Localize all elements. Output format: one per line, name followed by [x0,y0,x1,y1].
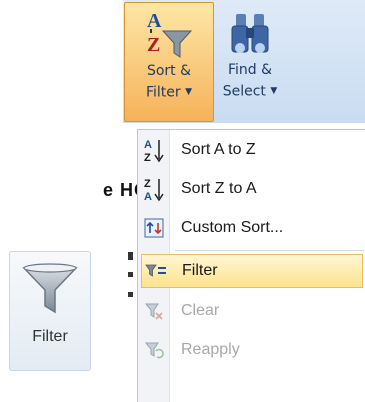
menu-item-sort-a-to-z[interactable]: A Z Sort A to Z [138,133,364,167]
chevron-down-icon: ▼ [185,87,193,97]
menu-item-clear[interactable]: Clear [138,294,364,328]
sort-filter-label-1: Sort & [146,63,192,79]
menu-separator [175,250,364,251]
reapply-icon [144,342,164,359]
svg-text:Z: Z [144,152,151,163]
sort-filter-button[interactable]: A Z Sort & Filter ▼ [124,2,214,122]
svg-text:A: A [147,10,162,32]
clipped-mark [128,272,133,277]
custom-sort-icon [144,218,163,238]
sort-az-funnel-icon: A Z [147,10,193,58]
menu-item-label: Custom Sort... [181,219,284,236]
sort-filter-dropdown-menu: A Z Sort A to Z Z A Sort Z to A Custom S… [137,129,365,402]
clipped-mark [128,292,133,297]
menu-item-label: Clear [181,302,220,319]
sort-filter-label-2: Filter ▼ [145,84,193,101]
chevron-down-icon: ▼ [270,86,278,96]
menu-item-label: Sort A to Z [181,141,256,158]
filter-tile-label: Filter [32,328,68,345]
find-select-label-2: Select ▼ [222,83,278,100]
svg-text:Z: Z [147,34,160,56]
sort-a-to-z-icon: A Z [144,139,164,163]
filter-button-tile[interactable]: Filter [9,251,91,371]
clear-filter-icon [144,303,163,320]
menu-item-label: Sort Z to A [181,180,257,197]
menu-item-reapply[interactable]: Reapply [138,333,364,367]
svg-text:A: A [144,139,152,151]
svg-text:A: A [144,191,152,202]
menu-item-label: Filter [182,262,218,279]
binoculars-icon [231,14,269,53]
svg-text:Z: Z [144,178,151,190]
sort-z-to-a-icon: Z A [144,178,164,202]
clipped-mark [128,252,133,260]
menu-item-label: Reapply [181,341,240,358]
find-select-label-1: Find & [227,62,273,78]
menu-item-filter[interactable]: Filter [141,254,363,288]
menu-item-sort-z-to-a[interactable]: Z A Sort Z to A [138,172,364,206]
funnel-icon [22,263,78,314]
menu-item-custom-sort[interactable]: Custom Sort... [138,211,364,245]
find-select-button[interactable]: Find & Select ▼ [215,2,285,122]
filter-icon [145,264,166,277]
